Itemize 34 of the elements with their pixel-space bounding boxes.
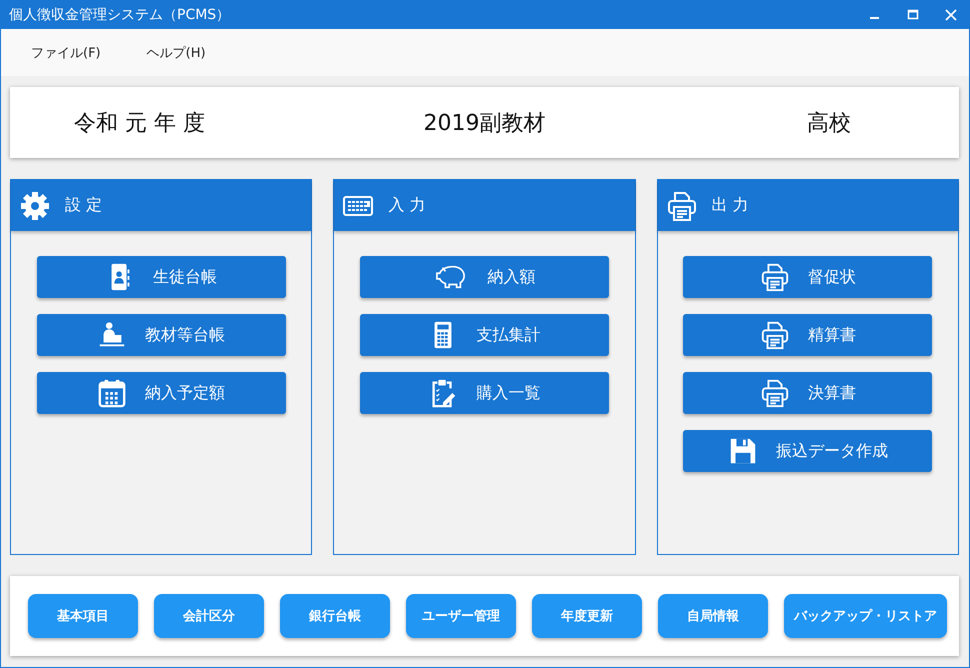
menu-button[interactable]: 納入予定額 xyxy=(36,372,286,414)
menu-button[interactable]: 振込データ作成 xyxy=(683,430,932,472)
window-title: 個人徴収金管理システム（PCMS） xyxy=(9,6,232,24)
footer-button[interactable]: ユーザー管理 xyxy=(406,594,516,638)
menu-button[interactable]: 決算書 xyxy=(683,372,932,414)
footer-button[interactable]: 会計区分 xyxy=(154,594,264,638)
footer-button[interactable]: 自局情報 xyxy=(658,594,768,638)
menu-button[interactable]: 教材等台帳 xyxy=(36,314,286,356)
menu-button[interactable]: 督促状 xyxy=(683,256,932,298)
footer-button[interactable]: バックアップ・リストア xyxy=(784,594,947,638)
footer-button[interactable]: 銀行台帳 xyxy=(280,594,390,638)
printer-icon xyxy=(760,320,790,350)
panel-title: 出 力 xyxy=(712,195,749,216)
close-icon[interactable] xyxy=(945,9,957,21)
printer-icon xyxy=(666,190,698,222)
printer-icon xyxy=(760,262,790,292)
menu-button[interactable]: 生徒台帳 xyxy=(36,256,286,298)
menu-button[interactable]: 納入額 xyxy=(360,256,609,298)
panel-title: 入 力 xyxy=(388,195,426,216)
printer-icon xyxy=(760,378,790,408)
footer-button[interactable]: 年度更新 xyxy=(532,594,642,638)
subject-name: 2019副教材 xyxy=(423,110,546,138)
menu-button[interactable]: 購入一覧 xyxy=(360,372,609,414)
menu-button[interactable]: 精算書 xyxy=(683,314,932,356)
maximize-icon[interactable] xyxy=(907,9,919,21)
menu-item[interactable]: ヘルプ(H) xyxy=(146,44,206,62)
panel-title: 設 定 xyxy=(65,195,102,216)
settings-icon xyxy=(19,190,51,222)
school-type: 高校 xyxy=(807,110,851,138)
calendar-icon xyxy=(97,378,128,408)
footer-button[interactable]: 基本項目 xyxy=(28,594,138,638)
menu-button[interactable]: 支払集計 xyxy=(360,314,609,356)
menu-item[interactable]: ファイル(F) xyxy=(31,44,101,62)
fiscal-year: 令和 元 年 度 xyxy=(74,110,205,138)
